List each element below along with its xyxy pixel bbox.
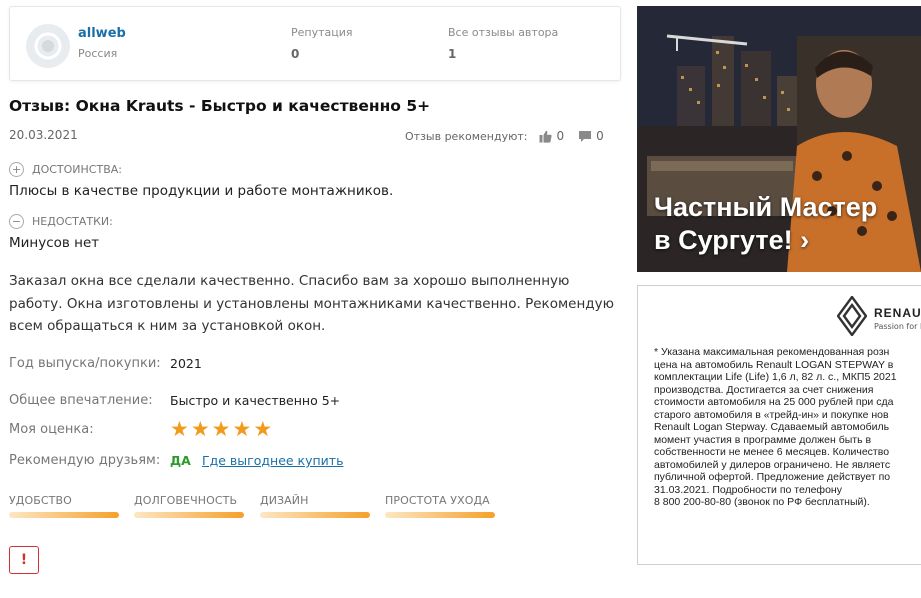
criteria-bar bbox=[134, 512, 244, 518]
like-button[interactable]: 0 bbox=[539, 129, 564, 143]
likes-count: 0 bbox=[556, 129, 565, 143]
renault-tagline: Passion for life bbox=[874, 322, 921, 331]
cons-text: Минусов нет bbox=[9, 235, 100, 251]
year-value: 2021 bbox=[170, 356, 202, 371]
comment-icon bbox=[579, 130, 592, 142]
reputation-label: Репутация bbox=[291, 26, 353, 39]
ad-renault[interactable]: RENAULT Passion for life * Указана макси… bbox=[637, 285, 921, 565]
criteria-design: ДИЗАЙН bbox=[260, 494, 370, 518]
author-reviews-label[interactable]: Все отзывы автора bbox=[448, 26, 558, 39]
criteria-label: ДИЗАЙН bbox=[260, 494, 309, 507]
criteria-bar bbox=[260, 512, 370, 518]
report-button[interactable]: ! bbox=[9, 546, 39, 574]
star-icon: ★ bbox=[190, 417, 210, 441]
recommend-friends-label: Рекомендую друзьям: bbox=[9, 453, 161, 468]
criteria-label: ДОЛГОВЕЧНОСТЬ bbox=[134, 494, 238, 507]
renault-logo-icon bbox=[837, 296, 867, 336]
impression-label: Общее впечатление: bbox=[9, 393, 153, 408]
rating-stars: ★ ★ ★ ★ ★ bbox=[170, 419, 274, 440]
criteria-bar bbox=[9, 512, 119, 518]
criteria-label: УДОБСТВО bbox=[9, 494, 72, 507]
star-icon: ★ bbox=[232, 417, 252, 441]
review-body: Заказал окна все сделали качественно. Сп… bbox=[9, 273, 614, 334]
impression-value: Быстро и качественно 5+ bbox=[170, 393, 341, 408]
year-label: Год выпуска/покупки: bbox=[9, 356, 161, 371]
recommend-friends-value: ДА bbox=[170, 453, 191, 468]
plus-icon: + bbox=[9, 162, 24, 177]
ad-headline-text: Частный Мастер в Сургуте! › bbox=[654, 192, 878, 255]
rating-label: Моя оценка: bbox=[9, 422, 94, 437]
author-reviews-count[interactable]: 1 bbox=[448, 47, 456, 61]
cons-heading: − НЕДОСТАТКИ: bbox=[9, 214, 113, 229]
star-icon: ★ bbox=[211, 417, 231, 441]
author-country: Россия bbox=[78, 47, 118, 60]
minus-icon: − bbox=[9, 214, 24, 229]
criteria-durability: ДОЛГОВЕЧНОСТЬ bbox=[134, 494, 244, 518]
review-date: 20.03.2021 bbox=[9, 128, 78, 142]
author-card: allweb Россия Репутация 0 Все отзывы авт… bbox=[9, 6, 621, 81]
pros-heading: + ДОСТОИНСТВА: bbox=[9, 162, 122, 177]
author-name[interactable]: allweb bbox=[78, 26, 126, 41]
comments-count: 0 bbox=[596, 129, 604, 143]
renault-brand: RENAULT bbox=[874, 306, 921, 320]
pros-label: ДОСТОИНСТВА: bbox=[32, 163, 122, 176]
avatar-placeholder-icon bbox=[34, 32, 62, 60]
criteria-bar bbox=[385, 512, 495, 518]
reputation-value: 0 bbox=[291, 47, 300, 61]
recommend-label: Отзыв рекомендуют: bbox=[405, 129, 528, 143]
criteria-ease-of-care: ПРОСТОТА УХОДА bbox=[385, 494, 495, 518]
review-recommend: Отзыв рекомендуют: 0 0 bbox=[405, 129, 604, 143]
review-title: Отзыв: Окна Krauts - Быстро и качественн… bbox=[9, 97, 431, 115]
ad-headline[interactable]: Частный Мастер в Сургуте! › bbox=[654, 191, 877, 257]
thumbs-up-icon bbox=[539, 130, 553, 143]
comments-button[interactable]: 0 bbox=[578, 129, 604, 143]
pros-text: Плюсы в качестве продукции и работе монт… bbox=[9, 183, 394, 199]
criteria-label: ПРОСТОТА УХОДА bbox=[385, 494, 490, 507]
renault-disclaimer: * Указана максимальная рекомендованная р… bbox=[654, 346, 897, 508]
cons-label: НЕДОСТАТКИ: bbox=[32, 215, 113, 228]
star-icon: ★ bbox=[253, 417, 273, 441]
criteria-convenience: УДОБСТВО bbox=[9, 494, 119, 518]
where-to-buy-link[interactable]: Где выгоднее купить bbox=[202, 453, 343, 468]
avatar[interactable] bbox=[26, 24, 70, 68]
star-icon: ★ bbox=[170, 417, 189, 441]
ad-private-master[interactable]: Частный Мастер в Сургуте! › bbox=[637, 6, 921, 272]
